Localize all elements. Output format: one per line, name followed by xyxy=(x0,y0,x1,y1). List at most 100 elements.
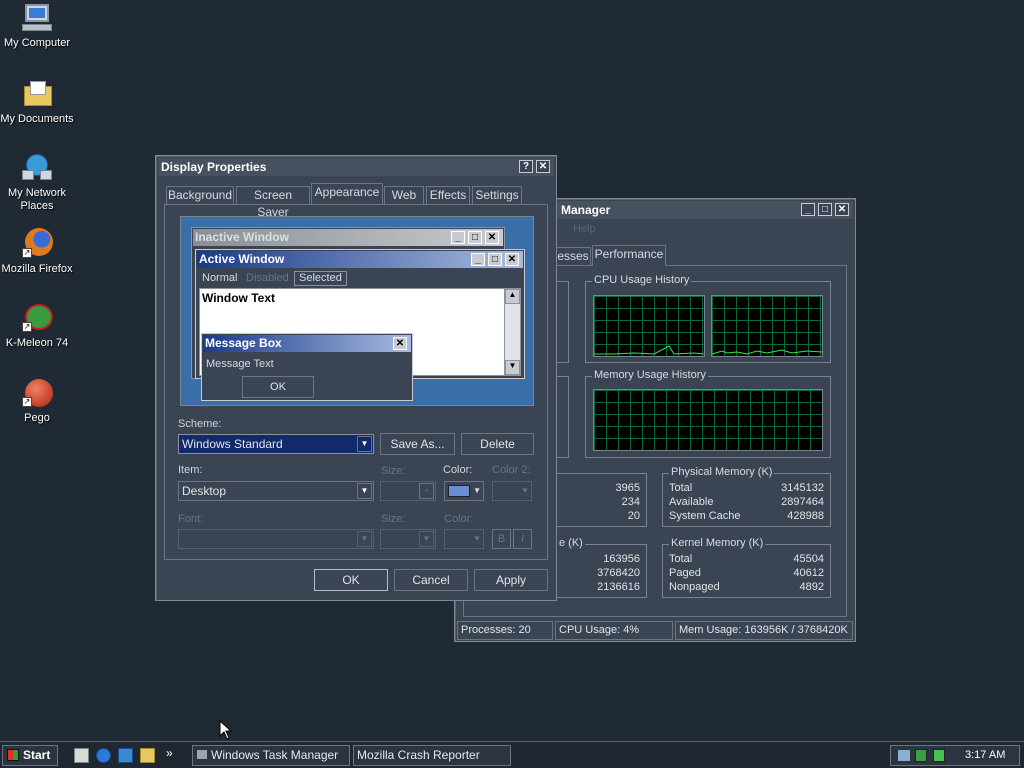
task-windows-task-manager[interactable]: Windows Task Manager xyxy=(192,745,350,766)
task-mozilla-crash-reporter[interactable]: Mozilla Crash Reporter xyxy=(353,745,511,766)
tab-appearance[interactable]: Appearance xyxy=(311,183,383,204)
display-properties-titlebar[interactable]: Display Properties ? ✕ xyxy=(158,158,554,176)
bold-button: B xyxy=(492,529,511,549)
network-tray-icon[interactable] xyxy=(897,749,911,762)
totals-value: 234 xyxy=(621,496,640,508)
tab-label: Appearance xyxy=(314,185,380,199)
group-label: Physical Memory (K) xyxy=(669,466,775,478)
desktop-icon-label: Mozilla Firefox xyxy=(1,263,73,275)
inactive-title: Inactive Window xyxy=(195,230,289,244)
desktop-icon-label: K-Meleon 74 xyxy=(5,337,69,349)
tab-processes[interactable]: esses xyxy=(555,247,591,265)
menu-disabled: Disabled xyxy=(246,272,289,284)
font-color-picker: ▼ xyxy=(444,529,484,549)
group-label: Memory Usage History xyxy=(592,369,708,381)
totals-value: 20 xyxy=(627,510,640,522)
antivirus-tray-icon[interactable] xyxy=(915,749,927,762)
display-properties-window[interactable]: Display Properties ? ✕ Background Screen… xyxy=(155,155,557,601)
tab-background[interactable]: Background xyxy=(166,186,234,204)
msgbox-title: Message Box xyxy=(205,336,282,350)
font-size-label: Size: xyxy=(381,513,406,525)
desktop-icon-pego[interactable]: ↗ Pego xyxy=(0,377,74,425)
memory-graph xyxy=(593,389,823,451)
minimize-button[interactable]: _ xyxy=(801,203,815,216)
desktop-icon-my-computer[interactable]: My Computer xyxy=(0,2,74,50)
apply-button[interactable]: Apply xyxy=(474,569,548,591)
tab-performance[interactable]: Performance xyxy=(592,245,666,266)
desktop-icon-label: My Network Places xyxy=(7,187,67,212)
battery-tray-icon[interactable] xyxy=(933,749,945,762)
chevron-down-icon: ▼ xyxy=(357,483,372,499)
explorer-icon[interactable] xyxy=(140,748,155,763)
preview-close-icon: ✕ xyxy=(505,253,519,266)
window-title: Display Properties xyxy=(161,160,267,174)
chevron-down-icon: ▼ xyxy=(473,486,481,495)
chevron-down-icon: ▼ xyxy=(521,486,529,495)
delete-button[interactable]: Delete xyxy=(461,433,534,455)
scheme-select[interactable]: Windows Standard ▼ xyxy=(178,434,374,454)
windows-logo-icon xyxy=(7,749,19,761)
quick-launch-overflow-icon[interactable]: » xyxy=(166,746,173,760)
internet-explorer-icon[interactable] xyxy=(96,748,111,763)
kernel-memory-group: Kernel Memory (K) Total 45504 Paged 40612 … xyxy=(662,537,831,598)
tab-web[interactable]: Web xyxy=(384,186,424,204)
row-value: 40612 xyxy=(793,567,824,579)
row-value: 4892 xyxy=(799,581,824,593)
color2-picker-button: ▼ xyxy=(492,481,532,501)
cpu-graph-1 xyxy=(593,295,705,357)
window-text: Window Text xyxy=(202,291,275,305)
commit-row: 2136616 xyxy=(561,581,640,595)
spinner-icon: ÷ xyxy=(419,483,434,499)
item-select[interactable]: Desktop ▼ xyxy=(178,481,374,501)
status-cpu: CPU Usage: 4% xyxy=(555,621,673,640)
maximize-button[interactable]: □ xyxy=(818,203,832,216)
preview-scrollbar: ▲ ▼ xyxy=(504,289,520,375)
pego-icon: ↗ xyxy=(20,377,54,409)
desktop-icon-my-documents[interactable]: My Documents xyxy=(0,78,74,126)
outlook-icon[interactable] xyxy=(118,748,133,763)
physical-row-total: Total 3145132 xyxy=(669,482,824,496)
close-button[interactable]: ✕ xyxy=(835,203,849,216)
cancel-button[interactable]: Cancel xyxy=(394,569,468,591)
commit-charge-group: e (K) 163956 3768420 2136616 xyxy=(555,537,647,598)
desktop-icon-network[interactable]: My Network Places xyxy=(0,152,74,213)
commit-value: 2136616 xyxy=(597,581,640,593)
menu-help[interactable]: Help xyxy=(573,223,596,235)
preview-close-icon: ✕ xyxy=(393,337,407,350)
taskbar: Start » Windows Task Manager Mozilla Cra… xyxy=(0,741,1024,768)
color-label: Color: xyxy=(443,464,473,476)
preview-min-icon: _ xyxy=(451,231,465,244)
preview-max-icon: □ xyxy=(488,253,502,266)
font-size-select: ▼ xyxy=(380,529,436,549)
kmeleon-icon: ↗ xyxy=(20,302,54,334)
save-as-button[interactable]: Save As... xyxy=(380,433,455,455)
clock[interactable]: 3:17 AM xyxy=(965,749,1005,761)
commit-value: 3768420 xyxy=(597,567,640,579)
mouse-cursor-icon xyxy=(219,720,233,740)
close-button[interactable]: ✕ xyxy=(536,160,550,173)
commit-value: 163956 xyxy=(603,553,640,565)
help-button[interactable]: ? xyxy=(519,160,533,173)
active-title: Active Window xyxy=(199,252,285,266)
commit-row: 3768420 xyxy=(561,567,640,581)
desktop-icon-kmeleon[interactable]: ↗ K-Meleon 74 xyxy=(0,302,74,350)
tab-effects[interactable]: Effects xyxy=(426,186,470,204)
item-size-stepper: ÷ xyxy=(380,481,436,501)
start-button[interactable]: Start xyxy=(2,745,58,766)
totals-group: 3965 234 20 xyxy=(555,473,647,527)
task-label: Windows Task Manager xyxy=(211,748,339,762)
row-key: System Cache xyxy=(669,510,741,522)
tab-screen-saver[interactable]: Screen Saver xyxy=(236,186,310,219)
color-picker-button[interactable]: ▼ xyxy=(444,481,484,501)
preview-menu: Normal Disabled Selected xyxy=(200,271,520,286)
show-desktop-icon[interactable] xyxy=(74,748,89,763)
computer-icon xyxy=(20,2,54,34)
firefox-icon: ↗ xyxy=(20,228,54,260)
msgbox-titlebar: Message Box ✕ xyxy=(203,335,411,352)
desktop-icon-firefox[interactable]: ↗ Mozilla Firefox xyxy=(0,228,74,276)
scheme-label: Scheme: xyxy=(178,418,222,430)
row-value: 428988 xyxy=(787,510,824,522)
tab-settings[interactable]: Settings xyxy=(472,186,522,204)
row-key: Paged xyxy=(669,567,701,579)
ok-button[interactable]: OK xyxy=(314,569,388,591)
